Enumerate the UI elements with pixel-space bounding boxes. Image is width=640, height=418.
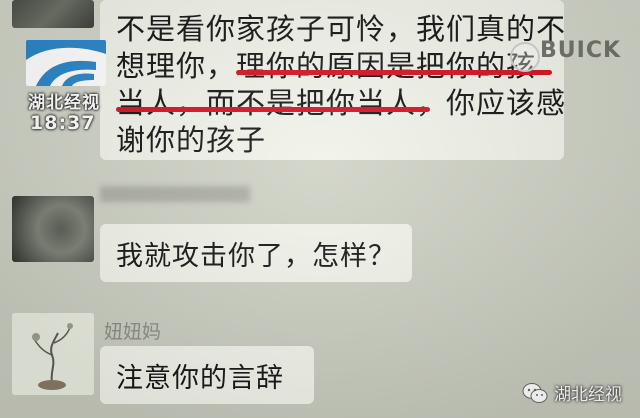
message-2-text: 我就攻击你了，怎样？ — [116, 241, 396, 272]
red-underline-1 — [236, 70, 552, 75]
watermark: 湖北经视 — [522, 380, 622, 405]
message-1-line-1: 不是看你家孩子可怜，我们真的不 — [116, 12, 567, 46]
message-1-line-2: 想理你，理你的原因是把你的孩 — [116, 49, 537, 83]
channel-name: 湖北经视 — [28, 93, 100, 113]
avatar-top[interactable] — [12, 0, 94, 28]
message-bubble-3: 注意你的言辞 — [100, 346, 314, 404]
avatar-middle[interactable] — [12, 196, 94, 262]
broadcast-time: 18:37 — [30, 112, 96, 134]
message-bubble-1: 不是看你家孩子可怜，我们真的不 想理你，理你的原因是把你的孩 当人，而不是把你当… — [100, 0, 567, 160]
buick-emblem-icon — [510, 42, 540, 72]
wechat-official-account-icon — [522, 382, 548, 403]
sender-name-blurred — [100, 186, 250, 202]
message-bubble-2: 我就攻击你了，怎样？ — [100, 224, 412, 282]
avatar-niuniu-mom[interactable] — [12, 313, 94, 395]
message-1-line-4: 谢你的孩子 — [116, 123, 267, 157]
red-underline-2 — [116, 107, 430, 112]
message-1-line-3: 当人，而不是把你当人，你应该感 — [116, 86, 567, 120]
watermark-label: 湖北经视 — [554, 385, 622, 405]
sender-name: 妞妞妈 — [104, 321, 162, 343]
plant-picture-icon — [12, 313, 94, 395]
message-3-text: 注意你的言辞 — [116, 363, 284, 394]
tv-station-logo-icon — [26, 40, 106, 86]
chat-screen: 不是看你家孩子可怜，我们真的不 想理你，理你的原因是把你的孩 当人，而不是把你当… — [0, 0, 640, 418]
sponsor-logo: BUICK — [540, 38, 622, 63]
